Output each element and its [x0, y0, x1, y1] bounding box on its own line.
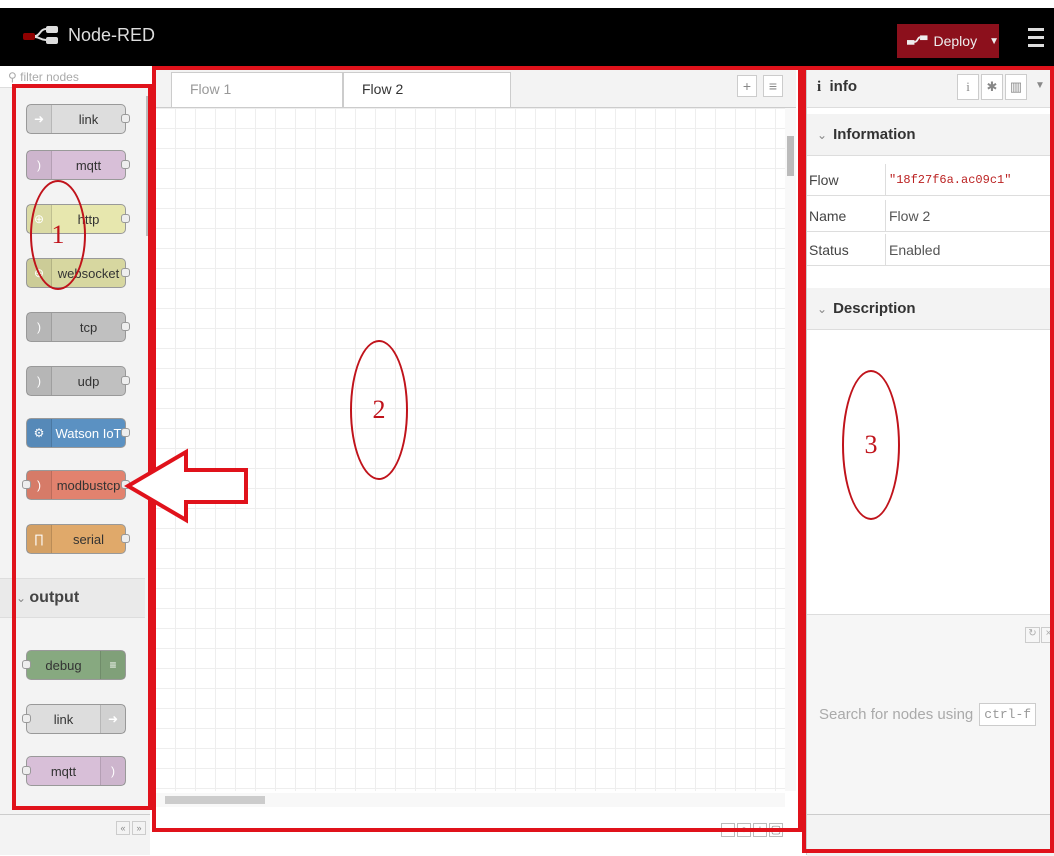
arrow-pointing-to-modbustcp	[124, 448, 248, 524]
annotation-arrow-layer	[124, 448, 248, 524]
